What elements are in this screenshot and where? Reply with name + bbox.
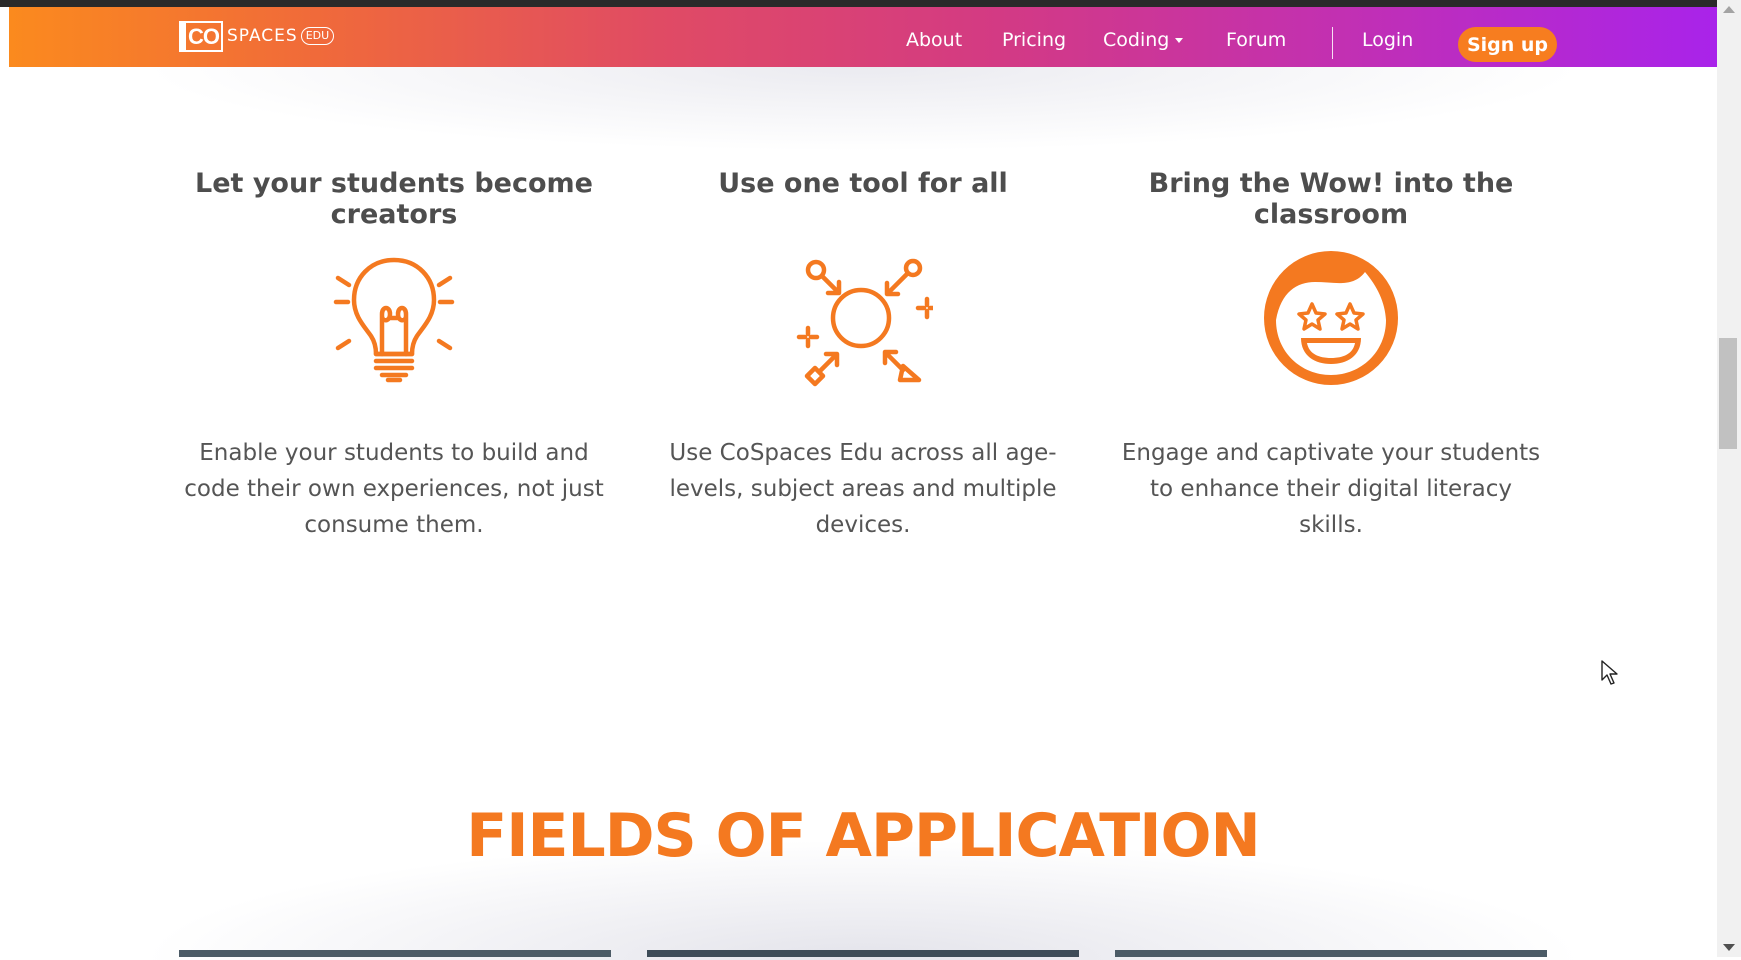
nav-pricing-link[interactable]: Pricing (1002, 29, 1066, 51)
feature-text-line: skills. (1299, 512, 1363, 538)
feature-students-creators: Let your students become creators Enable… (169, 168, 619, 538)
nav-coding-label: Coding (1103, 29, 1170, 51)
feature-title-line: classroom (1253, 199, 1409, 230)
feature-text-line: Enable your students to build and (199, 440, 589, 466)
feature-text-line: code their own experiences, not just (184, 476, 604, 502)
cospaces-edu-logo[interactable]: CO SPACES EDU (179, 20, 335, 52)
feature-title-line: Let your students become (195, 168, 593, 199)
feature-description: Engage and captivate your students to en… (1106, 435, 1556, 543)
scroll-up-arrow-icon[interactable] (1723, 6, 1735, 13)
feature-wow-classroom: Bring the Wow! into the classroom Engage… (1106, 168, 1556, 538)
top-navbar: CO SPACES EDU About Pricing Coding Forum… (9, 7, 1717, 67)
feature-title-line: Bring the Wow! into the (1148, 168, 1514, 199)
logo-spaces-word: SPACES (227, 26, 298, 46)
nav-about-link[interactable]: About (906, 29, 962, 51)
field-card-3[interactable] (1115, 950, 1547, 957)
fields-of-application-heading: FIELDS OF APPLICATION (466, 801, 1261, 871)
nav-divider (1332, 27, 1333, 59)
feature-description: Use CoSpaces Edu across all age- levels,… (638, 435, 1088, 543)
feature-title-line: Use one tool for all (718, 168, 1008, 199)
field-card-1[interactable] (179, 950, 611, 957)
feature-title-line: creators (330, 199, 458, 230)
star-eyes-face-icon (1264, 251, 1398, 385)
signup-button[interactable]: Sign up (1458, 27, 1557, 62)
feature-title: Bring the Wow! into the classroom (1106, 168, 1556, 230)
feature-one-tool: Use one tool for all Use CoSpaces Edu ac… (638, 168, 1088, 538)
scrollbar-thumb[interactable] (1719, 338, 1737, 449)
feature-text-line: Use CoSpaces Edu across all age- (669, 440, 1057, 466)
feature-text-line: consume them. (304, 512, 484, 538)
nav-coding-dropdown[interactable]: Coding (1103, 29, 1184, 51)
feature-text-line: devices. (815, 512, 911, 538)
logo-co-box: CO (179, 20, 223, 52)
browser-top-edge (0, 0, 1741, 7)
multi-tool-icon (796, 258, 933, 387)
chevron-down-icon (1175, 38, 1184, 43)
logo-edu-badge: EDU (300, 27, 335, 45)
feature-title: Use one tool for all (638, 168, 1088, 199)
feature-text-line: Engage and captivate your students (1121, 440, 1541, 466)
lightbulb-icon (333, 257, 455, 383)
mouse-pointer-icon (1601, 660, 1618, 685)
feature-description: Enable your students to build and code t… (169, 435, 619, 543)
feature-text-line: to enhance their digital literacy (1150, 476, 1512, 502)
nav-forum-link[interactable]: Forum (1226, 29, 1286, 51)
feature-text-line: levels, subject areas and multiple (669, 476, 1057, 502)
feature-title: Let your students become creators (169, 168, 619, 230)
nav-login-link[interactable]: Login (1362, 29, 1413, 51)
vertical-scrollbar[interactable] (1717, 0, 1741, 957)
field-card-2[interactable] (647, 950, 1079, 957)
scroll-down-arrow-icon[interactable] (1723, 944, 1735, 951)
